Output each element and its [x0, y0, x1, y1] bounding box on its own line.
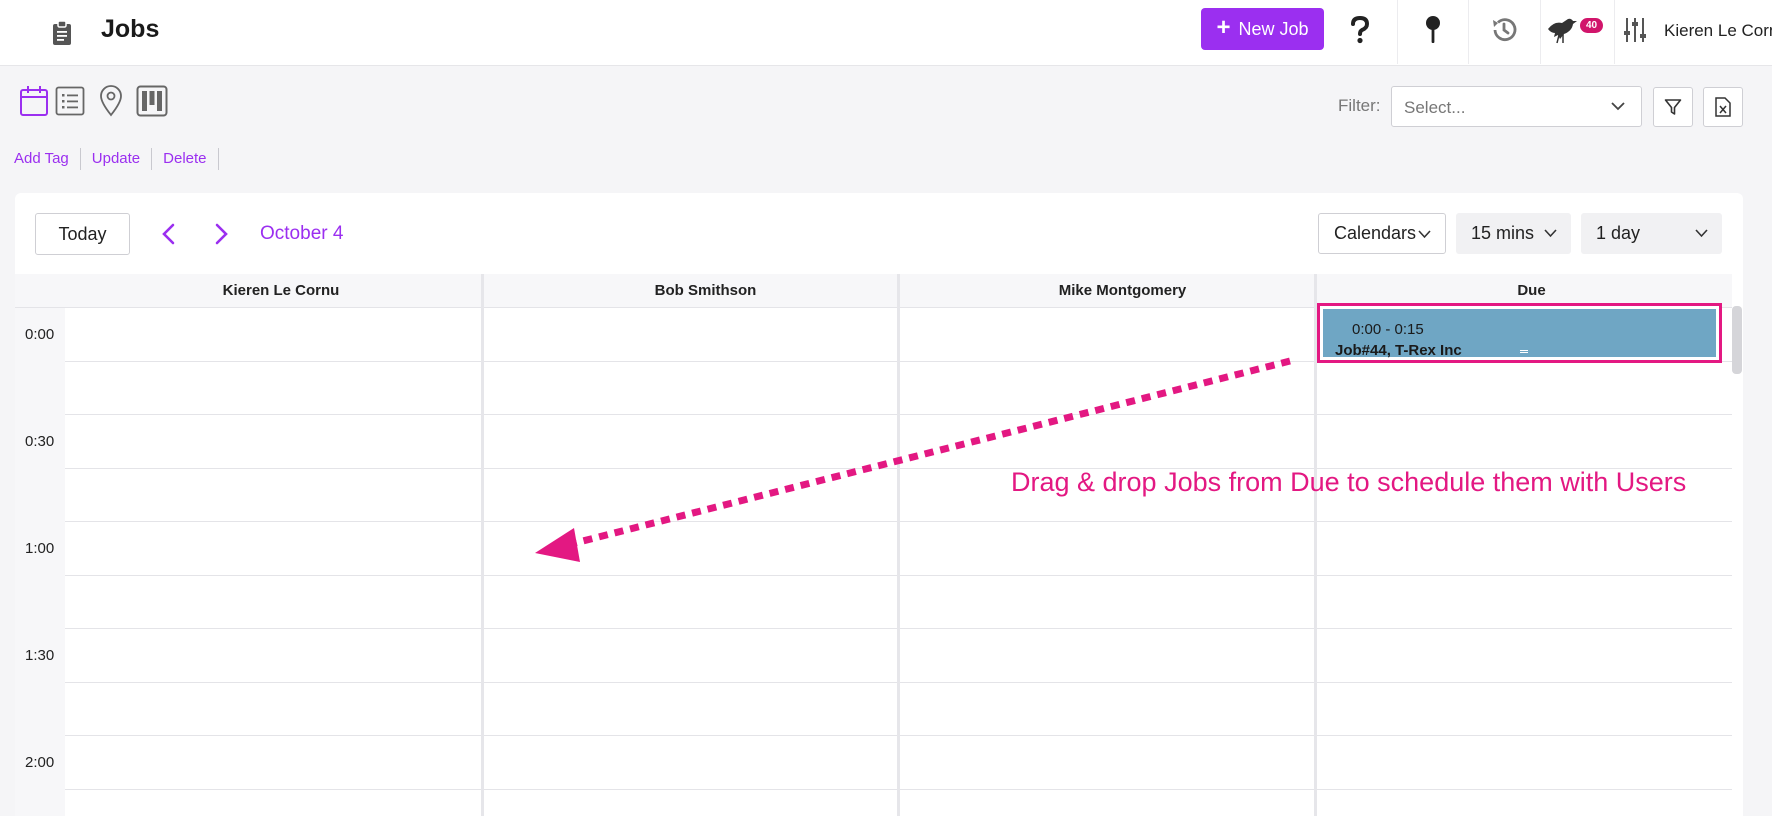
filter-select[interactable]: Select...	[1391, 86, 1642, 127]
interval-dropdown[interactable]: 15 mins	[1456, 213, 1571, 254]
excel-file-icon	[1715, 97, 1731, 117]
time-label: 0:30	[25, 433, 55, 450]
new-job-button[interactable]: + New Job	[1201, 8, 1324, 50]
time-label: 1:30	[25, 647, 55, 664]
bulk-actions: Add Tag Update Delete	[14, 148, 219, 170]
calendars-dropdown[interactable]: Calendars	[1318, 213, 1446, 254]
chevron-left-icon	[162, 223, 175, 245]
column-header-mike: Mike Montgomery	[914, 274, 1331, 308]
filter-button[interactable]	[1653, 87, 1693, 127]
chevron-right-icon	[215, 223, 228, 245]
chevron-down-icon	[1611, 99, 1625, 118]
toolbar-divider	[1540, 0, 1541, 64]
grid-column-line	[481, 274, 484, 816]
chevron-down-icon	[1418, 230, 1431, 239]
range-dropdown[interactable]: 1 day	[1581, 213, 1722, 254]
chevron-down-icon	[1695, 229, 1708, 238]
chevron-down-icon	[1544, 229, 1557, 238]
help-icon[interactable]	[1340, 10, 1380, 50]
toolbar-divider	[1468, 0, 1469, 64]
filter-label: Filter:	[1338, 96, 1381, 115]
annotation-text: Drag & drop Jobs from Due to schedule th…	[1011, 467, 1687, 497]
current-date: October 4	[260, 223, 344, 244]
next-day-button[interactable]	[210, 222, 232, 246]
funnel-icon	[1664, 99, 1682, 115]
clipboard-icon	[50, 20, 74, 46]
today-button[interactable]: Today	[35, 213, 130, 255]
resize-handle[interactable]	[1520, 350, 1528, 353]
interval-label: 15 mins	[1471, 223, 1535, 243]
add-tag-link[interactable]: Add Tag	[14, 148, 81, 170]
column-header-bob: Bob Smithson	[497, 274, 914, 308]
job-event[interactable]: 0:00 - 0:15 Job#44, T-Rex Inc	[1317, 303, 1722, 363]
previous-day-button[interactable]	[158, 222, 180, 246]
user-menu[interactable]: Kieren Le Cornu	[1664, 21, 1772, 41]
grid-column-line	[897, 274, 900, 816]
notification-badge: 40	[1580, 18, 1604, 33]
board-view-icon[interactable]	[135, 84, 169, 118]
page-title: Jobs	[101, 15, 160, 43]
time-column-header	[15, 274, 65, 308]
map-view-icon[interactable]	[94, 84, 128, 118]
time-label: 0:00	[25, 326, 55, 343]
toolbar-divider	[1397, 0, 1398, 64]
pin-icon[interactable]	[1413, 10, 1453, 50]
time-label: 2:00	[25, 754, 55, 771]
history-icon[interactable]	[1484, 10, 1524, 50]
new-job-label: New Job	[1238, 18, 1309, 39]
job-event-title: Job#44, T-Rex Inc	[1335, 342, 1462, 359]
range-label: 1 day	[1596, 223, 1641, 243]
time-column	[15, 308, 65, 816]
calendars-label: Calendars	[1334, 223, 1417, 243]
export-excel-button[interactable]	[1703, 87, 1743, 127]
plus-icon: +	[1216, 13, 1231, 41]
calendar-view-icon[interactable]	[17, 84, 51, 118]
delete-link[interactable]: Delete	[152, 148, 219, 170]
job-event-time: 0:00 - 0:15	[1352, 321, 1424, 338]
filter-placeholder: Select...	[1404, 98, 1466, 117]
column-header-kieren: Kieren Le Cornu	[65, 274, 497, 308]
settings-sliders-icon[interactable]	[1615, 10, 1655, 50]
list-view-icon[interactable]	[53, 84, 87, 118]
job-event-body: 0:00 - 0:15 Job#44, T-Rex Inc	[1323, 309, 1716, 359]
time-label: 1:00	[25, 540, 55, 557]
grid-scrollbar[interactable]	[1732, 306, 1742, 374]
bird-icon[interactable]	[1542, 10, 1582, 50]
update-link[interactable]: Update	[81, 148, 153, 170]
